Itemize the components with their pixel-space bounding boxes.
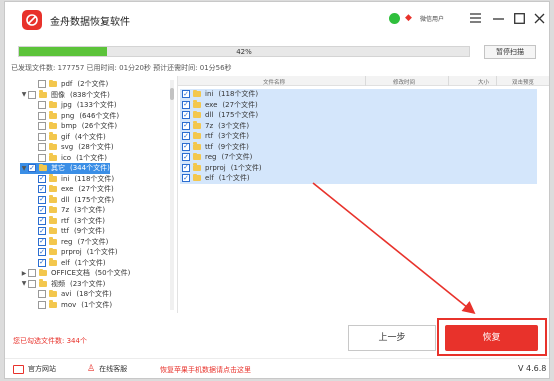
monitor-icon: [13, 364, 24, 374]
support-label: 在线客服: [99, 365, 128, 373]
app-window: 金舟数据恢复软件 ◆ 微信用户 42% 暂停扫描 已发现文件数: 177757 …: [4, 1, 550, 379]
version-label: V 4.6.8: [518, 364, 547, 373]
selected-count: 您已勾选文件数: 344个: [13, 337, 87, 345]
mobile-recovery-link[interactable]: 恢复苹果手机数据请点击这里: [160, 365, 251, 375]
person-icon: ♙: [87, 364, 96, 374]
website-link[interactable]: 官方网站: [13, 364, 56, 374]
recover-button[interactable]: 恢复: [445, 325, 538, 351]
website-label: 官方网站: [28, 365, 56, 373]
previous-step-button[interactable]: 上一步: [348, 325, 436, 351]
support-link[interactable]: ♙ 在线客服: [87, 364, 127, 374]
footer: 官方网站 ♙ 在线客服 恢复苹果手机数据请点击这里 V 4.6.8: [5, 358, 549, 378]
